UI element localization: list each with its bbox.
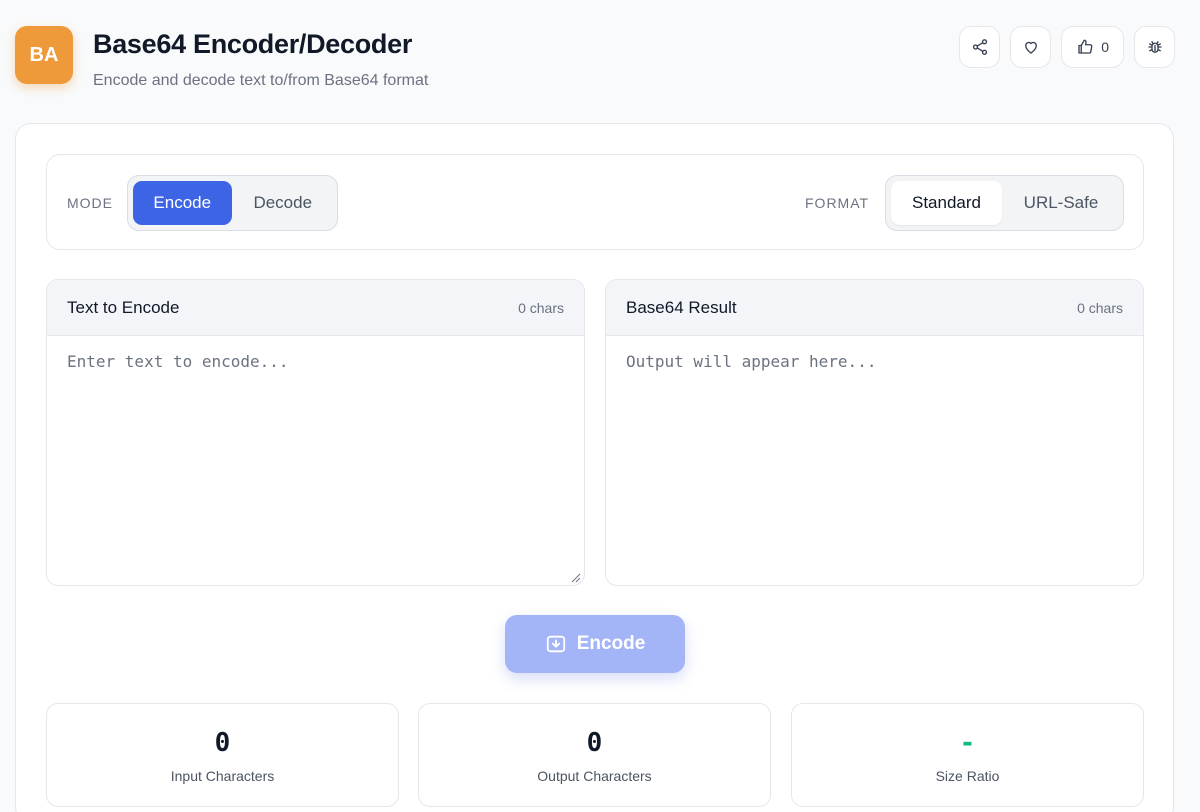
mode-label: MODE bbox=[67, 195, 113, 211]
input-char-count: 0 chars bbox=[518, 299, 564, 316]
like-button[interactable]: 0 bbox=[1061, 26, 1124, 68]
input-panel-title: Text to Encode bbox=[67, 297, 180, 317]
output-panel-title: Base64 Result bbox=[626, 297, 737, 317]
stat-value: 0 bbox=[586, 728, 603, 758]
output-char-count: 0 chars bbox=[1077, 299, 1123, 316]
input-textarea[interactable]: Enter text to encode... bbox=[47, 336, 584, 585]
stat-value: 0 bbox=[214, 728, 231, 758]
page-title: Base64 Encoder/Decoder bbox=[93, 29, 413, 59]
stat-input-characters: 0 Input Characters bbox=[46, 703, 399, 807]
report-bug-button[interactable] bbox=[1134, 26, 1175, 68]
output-panel-header: Base64 Result 0 chars bbox=[606, 280, 1143, 336]
header-actions: 0 bbox=[959, 26, 1175, 68]
format-standard-button[interactable]: Standard bbox=[891, 181, 1002, 225]
format-label: FORMAT bbox=[805, 195, 870, 211]
thumbs-up-icon bbox=[1078, 39, 1093, 54]
output-panel: Base64 Result 0 chars Output will appear… bbox=[605, 279, 1144, 586]
input-panel-header: Text to Encode 0 chars bbox=[47, 280, 584, 336]
format-url-safe-button[interactable]: URL-Safe bbox=[1004, 181, 1118, 225]
output-placeholder: Output will appear here... bbox=[626, 352, 877, 371]
stat-size-ratio: - Size Ratio bbox=[791, 703, 1144, 807]
mode-decode-button[interactable]: Decode bbox=[234, 181, 333, 225]
format-toggle: Standard URL-Safe bbox=[885, 175, 1124, 231]
resize-handle-icon[interactable] bbox=[571, 573, 581, 583]
page-subtitle: Encode and decode text to/from Base64 fo… bbox=[93, 72, 429, 89]
mode-encode-button[interactable]: Encode bbox=[133, 181, 232, 225]
app-header: BA Base64 Encoder/Decoder Encode and dec… bbox=[15, 26, 1175, 96]
stat-value: - bbox=[959, 728, 976, 758]
options-bar: MODE Encode Decode FORMAT Standard URL-S… bbox=[46, 154, 1144, 250]
app-logo: BA bbox=[15, 26, 73, 84]
favorite-button[interactable] bbox=[1010, 26, 1052, 68]
stat-label: Size Ratio bbox=[935, 768, 1000, 784]
stat-label: Input Characters bbox=[170, 768, 275, 784]
tool-card: MODE Encode Decode FORMAT Standard URL-S… bbox=[15, 123, 1174, 812]
heart-icon bbox=[1024, 41, 1037, 54]
stat-label: Output Characters bbox=[537, 768, 652, 784]
stat-output-characters: 0 Output Characters bbox=[418, 703, 771, 807]
download-icon bbox=[546, 635, 565, 653]
bug-icon bbox=[1147, 41, 1162, 53]
share-button[interactable] bbox=[959, 26, 1001, 68]
input-placeholder: Enter text to encode... bbox=[67, 352, 289, 371]
share-icon bbox=[972, 39, 987, 55]
encode-button-label: Encode bbox=[576, 633, 646, 654]
mode-toggle: Encode Decode bbox=[127, 175, 338, 231]
output-area[interactable]: Output will appear here... bbox=[606, 336, 1143, 585]
like-count: 0 bbox=[1101, 39, 1109, 55]
input-panel: Text to Encode 0 chars Enter text to enc… bbox=[46, 279, 585, 586]
encode-button[interactable]: Encode bbox=[505, 615, 685, 673]
